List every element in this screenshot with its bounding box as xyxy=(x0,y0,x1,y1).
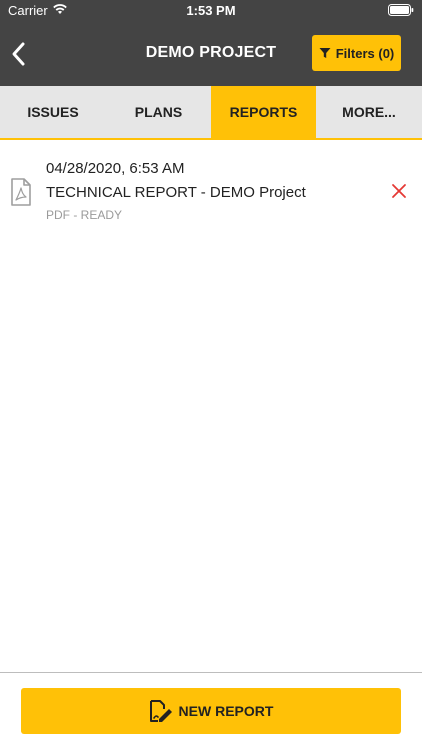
report-list-item[interactable]: 04/28/2020, 6:53 AM TECHNICAL REPORT - D… xyxy=(0,152,422,232)
tab-more[interactable]: MORE... xyxy=(316,86,422,138)
filters-button[interactable]: Filters (0) xyxy=(312,35,401,71)
nav-bar: DEMO PROJECT Filters (0) xyxy=(0,22,422,86)
tab-issues[interactable]: ISSUES xyxy=(0,86,106,138)
tab-plans[interactable]: PLANS xyxy=(106,86,211,138)
battery-icon xyxy=(388,4,414,19)
tab-label: MORE... xyxy=(342,104,396,120)
footer-divider xyxy=(0,672,422,673)
report-title: TECHNICAL REPORT - DEMO Project xyxy=(46,184,306,201)
close-icon xyxy=(392,184,406,198)
tab-bar: ISSUES PLANS REPORTS MORE... xyxy=(0,86,422,140)
filter-icon xyxy=(319,48,331,58)
tab-label: ISSUES xyxy=(27,104,79,120)
new-report-button[interactable]: NEW REPORT xyxy=(21,688,401,734)
tab-label: REPORTS xyxy=(229,104,298,120)
tab-reports[interactable]: REPORTS xyxy=(211,86,316,138)
tab-label: PLANS xyxy=(134,104,183,120)
report-status: PDF - READY xyxy=(46,208,123,222)
edit-document-icon xyxy=(149,700,172,722)
new-report-label: NEW REPORT xyxy=(178,703,274,719)
status-bar: Carrier 1:53 PM xyxy=(0,0,422,22)
clock: 1:53 PM xyxy=(186,3,236,18)
delete-report-button[interactable] xyxy=(390,182,408,200)
filters-label: Filters (0) xyxy=(335,45,395,61)
report-date: 04/28/2020, 6:53 AM xyxy=(46,160,185,177)
pdf-file-icon xyxy=(10,178,32,206)
